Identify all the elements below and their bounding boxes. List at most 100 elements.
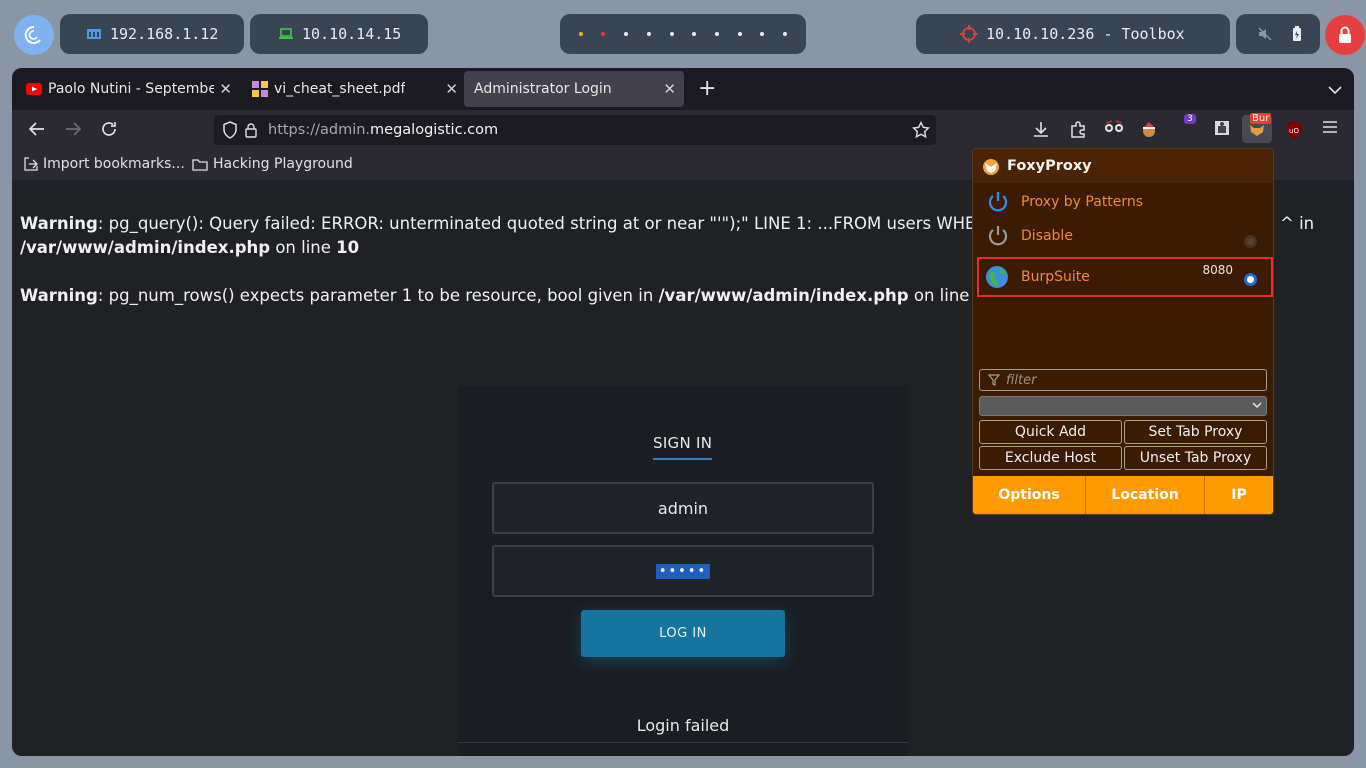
workspace-dot[interactable] [783, 32, 788, 36]
target-pill[interactable]: 10.10.10.236 - Toolbox [916, 14, 1230, 54]
workspace-dot[interactable] [760, 32, 765, 36]
folder-icon [192, 158, 208, 171]
workspace-dot[interactable] [669, 32, 674, 36]
network-icon [86, 26, 102, 42]
hamburger-menu-icon[interactable] [1322, 120, 1338, 134]
close-tab-icon[interactable]: ✕ [663, 80, 676, 98]
workspace-dot[interactable] [715, 32, 720, 36]
power-icon [987, 191, 1009, 213]
foxy-proxy-select[interactable] [979, 396, 1267, 416]
workspace-dot[interactable] [601, 32, 606, 36]
warning-path: /var/www/admin/index.php [20, 238, 271, 257]
warning-text: : pg_query(): Query failed: ERROR: unter… [97, 214, 1059, 233]
exclude-host-button[interactable]: Exclude Host [979, 446, 1122, 470]
new-tab-icon[interactable]: + [698, 76, 716, 101]
ip-button[interactable]: IP [1205, 476, 1273, 514]
chevron-down-icon [1252, 401, 1262, 409]
warning-pg-query: Warning: pg_query(): Query failed: ERROR… [20, 212, 1314, 236]
warning-line-prefix: on line [908, 286, 975, 305]
ublock-origin-icon[interactable]: uO [1285, 120, 1303, 140]
volume-muted-icon[interactable] [1258, 27, 1272, 41]
options-button[interactable]: Options [973, 476, 1086, 514]
system-tray[interactable] [1236, 14, 1320, 54]
divider [458, 742, 908, 743]
tab-label: Paolo Nutini - September [48, 81, 214, 97]
foxy-option-proxy-by-patterns[interactable]: Proxy by Patterns [977, 185, 1273, 219]
url-bar[interactable]: https://admin. megalogistic.com [214, 115, 936, 145]
bookmark-star-icon[interactable] [912, 121, 930, 139]
list-all-tabs-icon[interactable] [1328, 80, 1342, 99]
tab-label: Administrator Login [474, 81, 612, 97]
foxyproxy-logo-icon [981, 157, 1001, 175]
tab-strip: Paolo Nutini - September ✕ vi_cheat_shee… [12, 68, 1354, 110]
lock-icon[interactable] [244, 122, 258, 138]
reload-icon[interactable] [100, 120, 118, 138]
foxyproxy-badge: Bur [1250, 113, 1272, 124]
back-icon[interactable] [28, 120, 46, 138]
username-input[interactable]: admin [492, 482, 874, 534]
warning-pg-query-path: /var/www/admin/index.php on line 10 [20, 236, 359, 260]
login-button[interactable]: LOG IN [581, 610, 785, 657]
lock-screen-icon[interactable] [1325, 15, 1365, 55]
battery-icon[interactable] [1292, 26, 1302, 42]
tab-youtube[interactable]: Paolo Nutini - September ✕ [16, 71, 240, 107]
unset-tab-proxy-button[interactable]: Unset Tab Proxy [1124, 446, 1267, 470]
quick-add-button[interactable]: Quick Add [979, 420, 1122, 444]
foxyproxy-toolbar-icon[interactable]: Bur [1242, 113, 1272, 143]
warning-line-prefix: on line [270, 238, 337, 257]
wappalyzer-glasses-icon[interactable] [1104, 120, 1124, 134]
local-ip-pill[interactable]: 192.168.1.12 [60, 14, 244, 54]
warning-tail: ^ in [1280, 214, 1315, 233]
import-bookmarks-label: Import bookmarks... [43, 156, 185, 172]
login-card: SIGN IN admin ••••• LOG IN Login failed [458, 386, 908, 756]
downloads-icon[interactable] [1032, 120, 1050, 138]
password-value: ••••• [655, 563, 711, 579]
workspace-dot[interactable] [692, 32, 697, 36]
workspace-dot-active[interactable] [578, 32, 583, 36]
forward-icon[interactable] [64, 120, 82, 138]
location-button[interactable]: Location [1086, 476, 1205, 514]
warning-label: Warning [20, 214, 98, 233]
warning-label: Warning [20, 286, 98, 305]
workspace-dot[interactable] [624, 32, 629, 36]
nav-toolbar: https://admin. megalogistic.com 3 Bur uO [12, 110, 1354, 150]
workspace-dot[interactable] [737, 32, 742, 36]
foxy-option-port: 8080 [1202, 263, 1233, 277]
tab-admin-login[interactable]: Administrator Login ✕ [464, 71, 684, 107]
url-host: megalogistic.com [370, 122, 499, 138]
foxyproxy-footer: Options Location IP [973, 476, 1273, 514]
foxy-option-burpsuite[interactable]: BurpSuite 8080 [977, 257, 1273, 297]
foxy-radio-selected[interactable] [1244, 273, 1257, 286]
close-tab-icon[interactable]: ✕ [445, 80, 458, 98]
vpn-ip-text: 10.10.14.15 [302, 25, 402, 43]
desktop-topbar: 192.168.1.12 10.10.14.15 10.10.10.236 - … [0, 0, 1366, 70]
user-agent-switcher-icon[interactable] [1214, 120, 1230, 136]
url-scheme: https://admin. [268, 122, 371, 138]
workspace-dot[interactable] [646, 32, 651, 36]
local-ip-text: 192.168.1.12 [110, 25, 219, 43]
foxy-option-disable[interactable]: Disable [977, 219, 1273, 253]
svg-text:uO: uO [1289, 127, 1299, 135]
vpn-ip-pill[interactable]: 10.10.14.15 [250, 14, 428, 54]
warning-path: /var/www/admin/index.php [658, 286, 909, 305]
workspace-indicator[interactable] [560, 14, 806, 54]
set-tab-proxy-button[interactable]: Set Tab Proxy [1124, 420, 1267, 444]
tracking-shield-icon[interactable] [222, 121, 238, 139]
import-bookmarks-item[interactable]: Import bookmarks... [24, 156, 185, 172]
badge-extension-icon[interactable]: 3 [1176, 114, 1200, 140]
target-crosshair-icon [960, 25, 978, 43]
cookie-santa-icon[interactable] [1140, 120, 1158, 138]
extension-badge-count: 3 [1184, 114, 1196, 124]
foxy-radio[interactable] [1244, 235, 1257, 248]
extensions-puzzle-icon[interactable] [1069, 120, 1087, 138]
foxy-filter-input[interactable]: filter [979, 369, 1267, 391]
target-text: 10.10.10.236 - Toolbox [986, 25, 1185, 43]
close-tab-icon[interactable]: ✕ [219, 80, 232, 98]
tab-pdf[interactable]: vi_cheat_sheet.pdf ✕ [242, 71, 466, 107]
foxyproxy-header: FoxyProxy [973, 149, 1273, 183]
debian-logo-icon[interactable] [14, 15, 54, 55]
bookmark-folder-hacking[interactable]: Hacking Playground [192, 156, 353, 172]
tab-label: vi_cheat_sheet.pdf [274, 81, 406, 97]
password-input[interactable]: ••••• [492, 545, 874, 597]
foxy-option-label: BurpSuite [1021, 269, 1090, 285]
